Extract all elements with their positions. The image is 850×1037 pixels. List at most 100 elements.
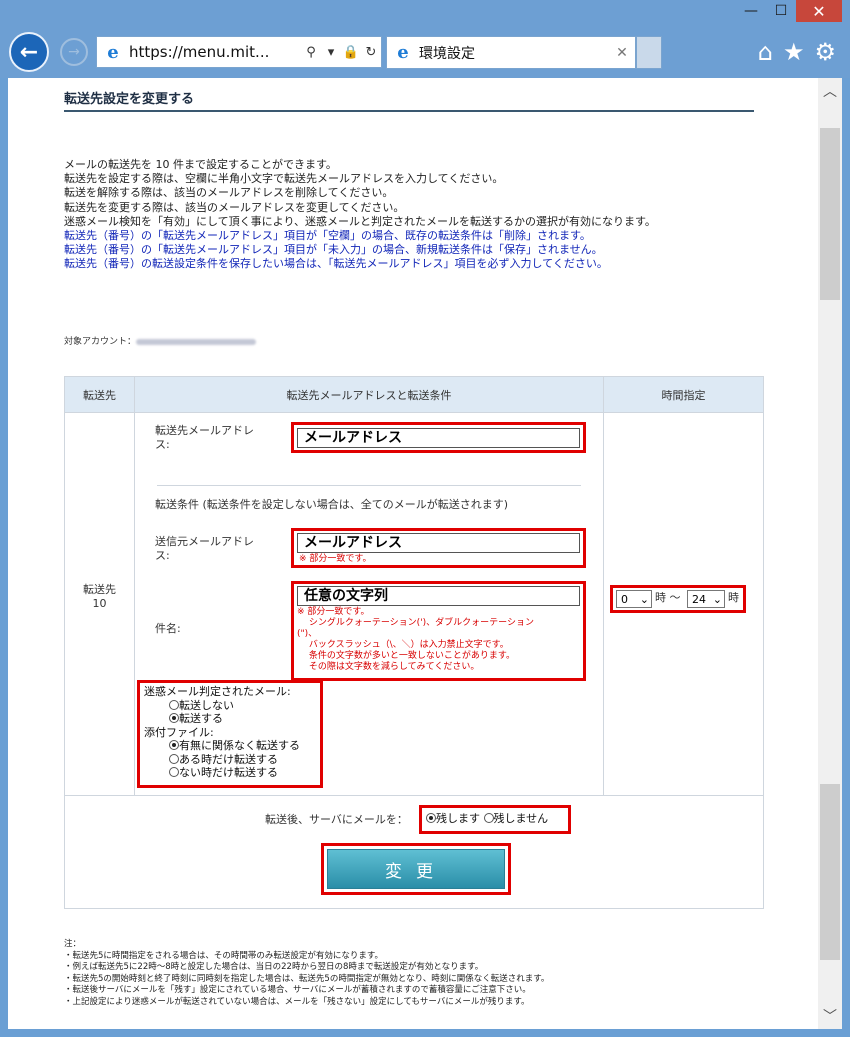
new-tab-button[interactable]	[636, 36, 662, 69]
subject-label: 件名:	[155, 622, 181, 635]
attach-option-any[interactable]: 有無に関係なく転送する	[144, 739, 300, 753]
dest-number: 10	[92, 597, 107, 610]
arrow-left-icon: ←	[19, 39, 39, 65]
time-from-select[interactable]: 0 ⌄	[616, 590, 652, 608]
sender-address-input[interactable]: メールアドレス	[297, 533, 580, 553]
address-bar[interactable]: e https://menu.mit... ⚲ ▾ 🔒 ↻	[96, 36, 382, 68]
maximize-button[interactable]: ☐	[766, 0, 796, 22]
subject-notes: ※ 部分一致です。 シングルクォーテーション(')、ダブルクォーテーション ("…	[297, 607, 582, 673]
subject-note-line: バックスラッシュ（\、＼）は入力禁止文字です。	[297, 640, 509, 650]
forward-address-input[interactable]: メールアドレス	[297, 428, 580, 448]
address-label: 転送先メールアドレ ス:	[155, 424, 254, 452]
intro-text: メールの転送先を 10 件まで設定することができます。 転送先を設定する際は、空…	[64, 158, 764, 272]
favorites-star-icon[interactable]: ★	[783, 38, 805, 66]
browser-chrome: — ☐ ✕ ← → e https://menu.mit... ⚲ ▾ 🔒 ↻ …	[0, 0, 850, 78]
note-line: ・例えば転送先5に22時〜8時と設定した場合は、当日の22時から翌日の8時まで転…	[64, 962, 484, 973]
vertical-scrollbar[interactable]: ︿ ﹀	[818, 78, 842, 1029]
settings-gear-icon[interactable]: ⚙	[814, 38, 836, 66]
keep-option-yes[interactable]: 残します	[426, 812, 480, 825]
scrollbar-thumb[interactable]	[820, 128, 840, 300]
window-border	[842, 78, 850, 1037]
time-to-unit: 時	[728, 591, 739, 604]
keep-option-label: 残します	[436, 812, 480, 825]
intro-line: 転送先を設定する際は、空欄に半角小文字で転送先メールアドレスを入力してください。	[64, 172, 504, 186]
address-url[interactable]: https://menu.mit...	[129, 43, 301, 61]
subject-input[interactable]: 任意の文字列	[297, 586, 580, 606]
close-button[interactable]: ✕	[796, 0, 842, 22]
subject-note-line: 条件の文字数が多いと一致しないことがあります。	[297, 651, 515, 661]
note-line: ・転送後サーバにメールを「残す」設定にされている場合、サーバにメールが蓄積されま…	[64, 985, 531, 996]
dest-label: 転送先	[83, 583, 116, 596]
keep-options: 残します 残しません	[426, 812, 548, 826]
radio-selected-icon[interactable]	[169, 740, 179, 750]
page-content: 転送先設定を変更する メールの転送先を 10 件まで設定することができます。 転…	[8, 78, 818, 1029]
intro-warning-line: 転送先（番号）の転送設定条件を保存したい場合は、「転送先メールアドレス」項目を必…	[64, 257, 608, 271]
col-header-time: 時間指定	[604, 377, 763, 413]
attach-option-label: ある時だけ転送する	[179, 752, 278, 766]
col-divider	[134, 377, 135, 795]
ie-tab-icon: e	[397, 42, 409, 63]
notes-section: 注： ・転送先5に時間指定をされる場合は、その時間帯のみ転送設定が有効になります…	[64, 939, 804, 1009]
attach-option-label: ない時だけ転送する	[179, 766, 278, 779]
radio-selected-icon[interactable]	[426, 813, 436, 823]
note-line: ・転送先5に時間指定をされる場合は、その時間帯のみ転送設定が有効になります。	[64, 950, 384, 961]
lock-icon: 🔒	[342, 44, 360, 60]
sender-note: ※ 部分一致です。	[299, 554, 372, 564]
section-divider	[157, 485, 581, 486]
minimize-button[interactable]: —	[736, 0, 766, 22]
subject-note-line: ※ 部分一致です。	[297, 607, 370, 617]
attach-option-label: 有無に関係なく転送する	[179, 739, 300, 752]
scroll-up-icon[interactable]: ︿	[818, 78, 842, 104]
spam-option-no[interactable]: 転送しない	[144, 699, 300, 713]
subject-note-line: (")、	[297, 629, 318, 639]
col-header-address: 転送先メールアドレスと転送条件	[135, 377, 603, 413]
row-divider	[65, 795, 763, 796]
intro-line: 迷惑メール検知を「有効」にして頂く事により、迷惑メールと判定されたメールを転送す…	[64, 214, 656, 228]
spam-label: 迷惑メール判定されたメール:	[144, 685, 291, 698]
forward-button[interactable]: →	[60, 38, 88, 66]
search-icon[interactable]: ⚲	[301, 45, 321, 60]
col-divider	[603, 377, 604, 795]
refresh-icon[interactable]: ↻	[361, 45, 381, 60]
intro-line: 転送を解除する際は、該当のメールアドレスを削除してください。	[64, 186, 394, 200]
spam-option-label: 転送する	[179, 712, 223, 725]
attach-label: 添付ファイル:	[144, 725, 214, 739]
radio-icon[interactable]	[169, 767, 179, 777]
dropdown-icon[interactable]: ▾	[321, 45, 341, 60]
browser-tools: ⌂ ★ ⚙	[758, 38, 836, 66]
tab-title: 環境設定	[419, 45, 475, 62]
scroll-down-icon[interactable]: ﹀	[818, 1003, 842, 1029]
chevron-down-icon: ⌄	[712, 592, 722, 606]
spam-option-label: 転送しない	[179, 698, 234, 712]
intro-line: メールの転送先を 10 件まで設定することができます。	[64, 158, 337, 171]
account-label: 対象アカウント：	[64, 337, 137, 347]
spam-option-yes[interactable]: 転送する	[144, 712, 300, 726]
sender-label-line: 送信元メールアドレ	[155, 535, 254, 548]
back-button[interactable]: ←	[9, 32, 49, 72]
keep-label: 転送後、サーバにメールを：	[265, 813, 408, 826]
note-line: ・上記設定により迷惑メールが転送されていない場合は、メールを「残さない」設定にし…	[64, 996, 530, 1007]
radio-icon[interactable]	[169, 699, 179, 710]
account-line: 対象アカウント：	[64, 334, 257, 347]
attach-option-with[interactable]: ある時だけ転送する	[144, 753, 300, 767]
window-controls: — ☐ ✕	[736, 0, 842, 22]
radio-icon[interactable]	[169, 753, 179, 764]
radio-icon[interactable]	[483, 813, 494, 823]
tab-close-icon[interactable]: ✕	[609, 45, 635, 61]
home-icon[interactable]: ⌂	[758, 38, 773, 66]
col-header-dest: 転送先	[65, 377, 134, 413]
window-border	[0, 1029, 850, 1037]
condition-heading: 転送条件 (転送条件を設定しない場合は、全てのメールが転送されます)	[155, 498, 509, 511]
subject-note-line: シングルクォーテーション(')、ダブルクォーテーション	[297, 618, 534, 628]
attach-option-without[interactable]: ない時だけ転送する	[144, 766, 300, 780]
submit-change-button[interactable]: 変更	[327, 849, 505, 889]
account-email-redacted	[136, 338, 257, 345]
radio-selected-icon[interactable]	[169, 713, 179, 723]
keep-option-no[interactable]: 残しません	[483, 812, 548, 825]
arrow-right-icon: →	[68, 44, 80, 60]
notes-heading: 注：	[64, 939, 82, 949]
scrollbar-thumb-lower[interactable]	[820, 784, 840, 960]
browser-tab[interactable]: e 環境設定 ✕	[386, 36, 636, 69]
time-to-select[interactable]: 24 ⌄	[687, 590, 725, 608]
dest-cell: 転送先 10	[65, 583, 134, 611]
